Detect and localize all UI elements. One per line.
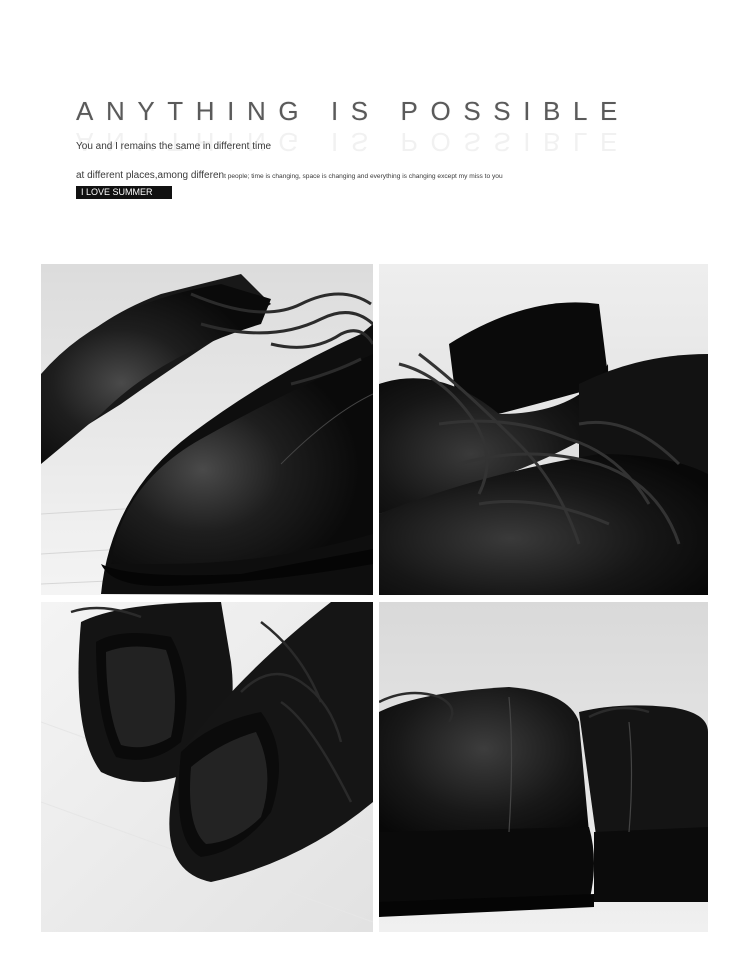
- tagline-line-2-small: t people; time is changing, space is cha…: [224, 173, 503, 180]
- shoe-photo-laces: [379, 264, 708, 595]
- shoe-photo-top-view: [41, 602, 373, 932]
- tagline-line-2-large: at different places,among differen: [76, 170, 225, 181]
- tagline-line-1: You and I remains the same in different …: [76, 141, 272, 152]
- shoe-photo-heel: [379, 602, 708, 932]
- summer-tag: I LOVE SUMMER: [76, 186, 172, 199]
- headline: ANYTHING IS POSSIBLE: [76, 96, 630, 126]
- shoe-photo-toe: [41, 264, 373, 595]
- tagline-line-2: at different places,among different peop…: [76, 165, 503, 183]
- header: ANYTHING IS POSSIBLE ANYTHING IS POSSIBL…: [0, 0, 750, 240]
